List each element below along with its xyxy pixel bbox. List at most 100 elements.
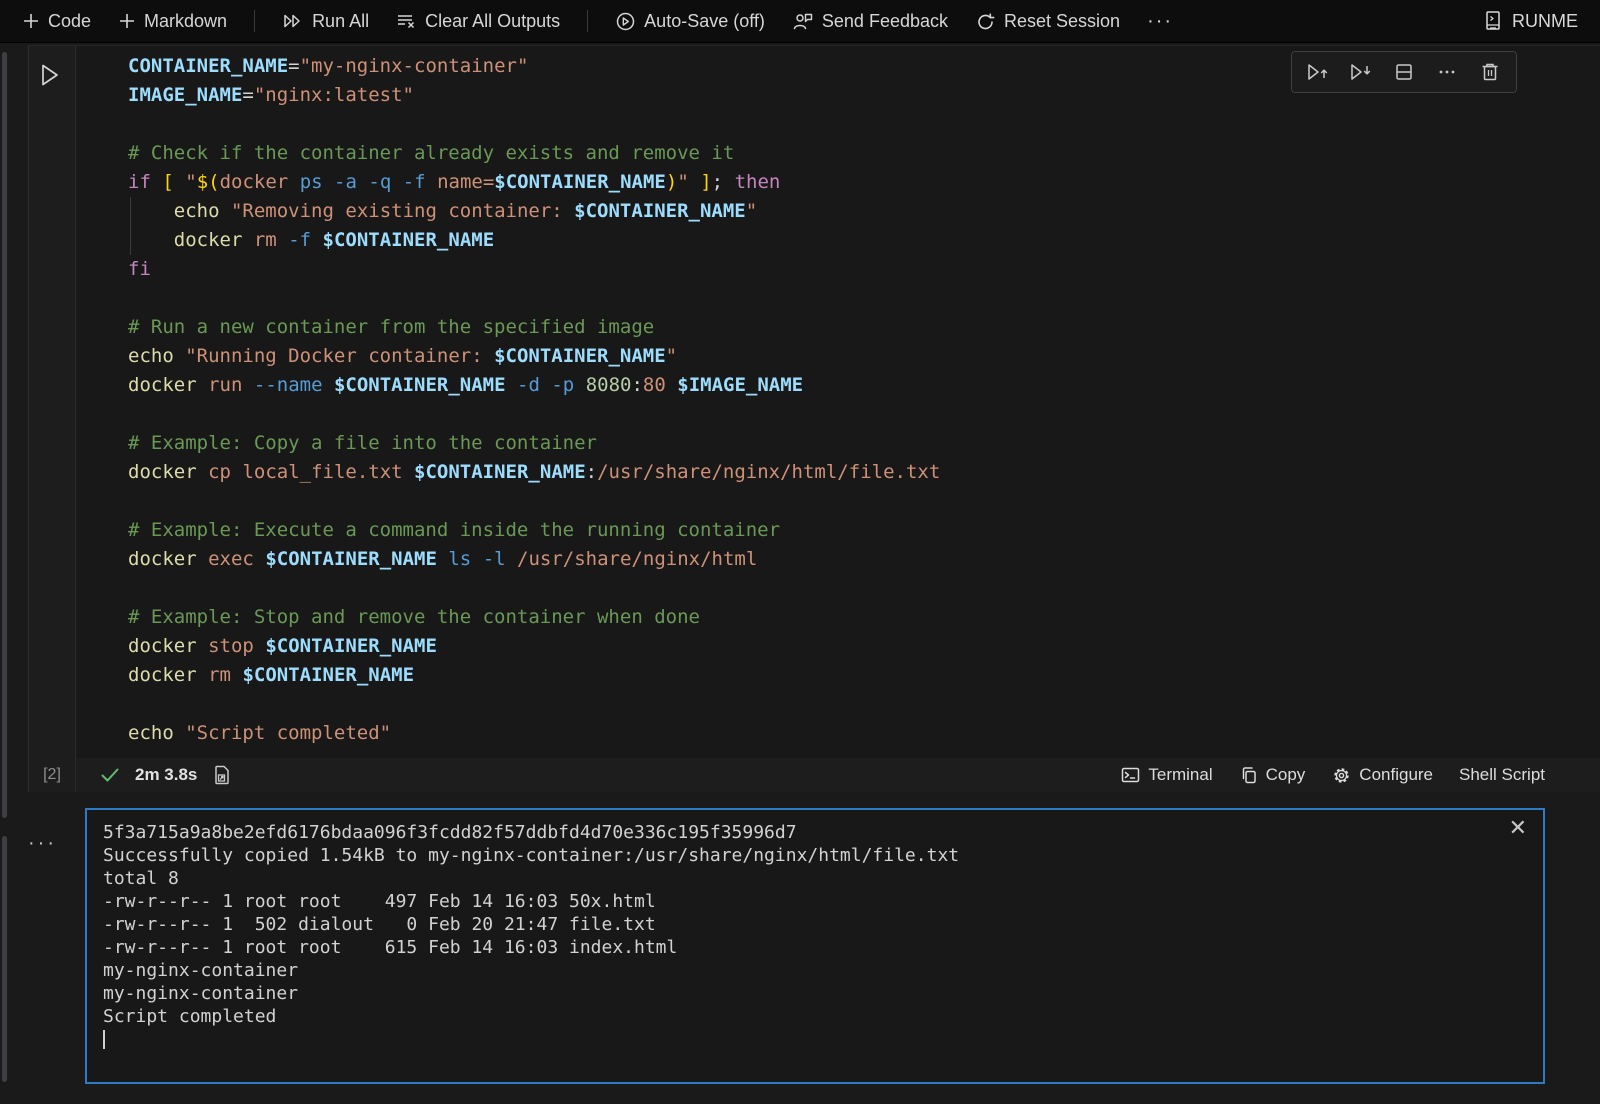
- success-check-icon: [99, 765, 121, 785]
- reset-session-label: Reset Session: [1004, 11, 1120, 32]
- cell-output-panel[interactable]: 5f3a715a9a8be2efd6176bdaa096f3fcdd82f57d…: [85, 808, 1545, 1084]
- clear-all-outputs-button[interactable]: Clear All Outputs: [396, 11, 560, 32]
- runme-label: RUNME: [1512, 11, 1578, 32]
- cell-toolbar: [1291, 51, 1517, 93]
- code-line: # Run a new container from the specified…: [128, 313, 1600, 342]
- code-line: fi: [128, 255, 1600, 284]
- runme-logo-icon: [1482, 9, 1504, 33]
- ellipsis-icon: ···: [1147, 10, 1173, 33]
- output-line: 5f3a715a9a8be2efd6176bdaa096f3fcdd82f57d…: [103, 821, 1527, 844]
- auto-save-icon: [615, 11, 636, 32]
- plus-icon: [118, 12, 136, 30]
- code-line: # Example: Stop and remove the container…: [128, 603, 1600, 632]
- auto-save-toggle[interactable]: Auto-Save (off): [615, 11, 765, 32]
- runme-brand[interactable]: RUNME: [1482, 9, 1578, 33]
- code-line: docker stop $CONTAINER_NAME: [128, 632, 1600, 661]
- output-line: -rw-r--r-- 1 502 dialout 0 Feb 20 21:47 …: [103, 913, 1527, 936]
- code-line: # Example: Copy a file into the containe…: [128, 429, 1600, 458]
- code-line: docker exec $CONTAINER_NAME ls -l /usr/s…: [128, 545, 1600, 574]
- code-line: [128, 487, 1600, 516]
- output-focus-indicator: [2, 836, 7, 1082]
- play-icon: [37, 61, 63, 89]
- code-editor-area[interactable]: CONTAINER_NAME="my-nginx-container"IMAGE…: [77, 46, 1600, 748]
- code-line: echo "Running Docker container: $CONTAIN…: [128, 342, 1600, 371]
- split-cell-icon: [1393, 61, 1415, 83]
- clear-all-outputs-label: Clear All Outputs: [425, 11, 560, 32]
- toolbar-divider: [254, 10, 255, 32]
- trash-icon: [1479, 61, 1501, 83]
- close-output-button[interactable]: ✕: [1509, 818, 1527, 840]
- refresh-icon: [975, 11, 996, 32]
- code-line: if [ "$(docker ps -a -q -f name=$CONTAIN…: [128, 168, 1600, 197]
- delete-cell-button[interactable]: [1472, 55, 1508, 89]
- add-code-label: Code: [48, 11, 91, 32]
- code-line: docker cp local_file.txt $CONTAINER_NAME…: [128, 458, 1600, 487]
- output-line: -rw-r--r-- 1 root root 497 Feb 14 16:03 …: [103, 890, 1527, 913]
- toolbar-divider: [587, 10, 588, 32]
- run-all-button[interactable]: Run All: [282, 11, 369, 32]
- feedback-person-icon: [792, 11, 814, 32]
- output-line: -rw-r--r-- 1 root root 615 Feb 14 16:03 …: [103, 936, 1527, 959]
- cell-editor[interactable]: CONTAINER_NAME="my-nginx-container"IMAGE…: [77, 46, 1600, 758]
- ellipsis-icon: ···: [28, 832, 57, 854]
- session-output-file-icon[interactable]: [211, 764, 233, 786]
- output-line: Successfully copied 1.54kB to my-nginx-c…: [103, 844, 1527, 867]
- output-line: total 8: [103, 867, 1527, 890]
- run-all-label: Run All: [312, 11, 369, 32]
- play-down-icon: [1349, 61, 1373, 83]
- copy-label: Copy: [1266, 765, 1306, 785]
- code-line: # Check if the container already exists …: [128, 139, 1600, 168]
- execute-above-button[interactable]: [1300, 55, 1336, 89]
- code-line: [128, 110, 1600, 139]
- send-feedback-label: Send Feedback: [822, 11, 948, 32]
- execution-duration: 2m 3.8s: [135, 765, 197, 785]
- toolbar-more-button[interactable]: ···: [1147, 10, 1173, 33]
- split-cell-button[interactable]: [1386, 55, 1422, 89]
- terminal-cursor: [103, 1030, 105, 1049]
- add-markdown-cell-button[interactable]: Markdown: [118, 11, 227, 32]
- cell-status-bar: [2] 2m 3.8s Terminal Copy: [29, 758, 1600, 792]
- terminal-icon: [1120, 765, 1141, 785]
- terminal-button[interactable]: Terminal: [1120, 765, 1212, 785]
- notebook-toolbar: Code Markdown Run All Clear All Outputs …: [0, 0, 1600, 43]
- cell-more-actions-button[interactable]: [1429, 55, 1465, 89]
- ellipsis-icon: [1436, 61, 1458, 83]
- language-picker[interactable]: Shell Script: [1459, 765, 1545, 785]
- output-line: Script completed: [103, 1005, 1527, 1028]
- add-markdown-label: Markdown: [144, 11, 227, 32]
- terminal-label: Terminal: [1148, 765, 1212, 785]
- code-line: docker run --name $CONTAINER_NAME -d -p …: [128, 371, 1600, 400]
- copy-button[interactable]: Copy: [1239, 765, 1306, 785]
- cell-focus-indicator: [2, 52, 7, 818]
- close-icon: ✕: [1509, 816, 1527, 841]
- code-line: echo "Removing existing container: $CONT…: [128, 197, 1600, 226]
- reset-session-button[interactable]: Reset Session: [975, 11, 1120, 32]
- gear-icon: [1331, 765, 1352, 786]
- send-feedback-button[interactable]: Send Feedback: [792, 11, 948, 32]
- code-line: echo "Script completed": [128, 719, 1600, 748]
- output-line: my-nginx-container: [103, 959, 1527, 982]
- code-line: docker rm -f $CONTAINER_NAME: [128, 226, 1600, 255]
- copy-icon: [1239, 765, 1259, 785]
- output-line: my-nginx-container: [103, 982, 1527, 1005]
- clear-outputs-icon: [396, 11, 417, 31]
- code-line: docker rm $CONTAINER_NAME: [128, 661, 1600, 690]
- cell-gutter: [29, 46, 76, 792]
- configure-label: Configure: [1359, 765, 1433, 785]
- configure-button[interactable]: Configure: [1331, 765, 1433, 786]
- plus-icon: [22, 12, 40, 30]
- code-line: [128, 690, 1600, 719]
- add-code-cell-button[interactable]: Code: [22, 11, 91, 32]
- code-line: [128, 284, 1600, 313]
- play-up-icon: [1306, 61, 1330, 83]
- code-line: # Example: Execute a command inside the …: [128, 516, 1600, 545]
- terminal-output: 5f3a715a9a8be2efd6176bdaa096f3fcdd82f57d…: [87, 810, 1543, 1060]
- code-cell: CONTAINER_NAME="my-nginx-container"IMAGE…: [28, 45, 1600, 792]
- execution-count: [2]: [29, 766, 75, 784]
- code-line: [128, 574, 1600, 603]
- execute-below-button[interactable]: [1343, 55, 1379, 89]
- output-menu-button[interactable]: ···: [28, 832, 68, 855]
- run-cell-button[interactable]: [37, 60, 67, 90]
- auto-save-label: Auto-Save (off): [644, 11, 765, 32]
- code-line: [128, 400, 1600, 429]
